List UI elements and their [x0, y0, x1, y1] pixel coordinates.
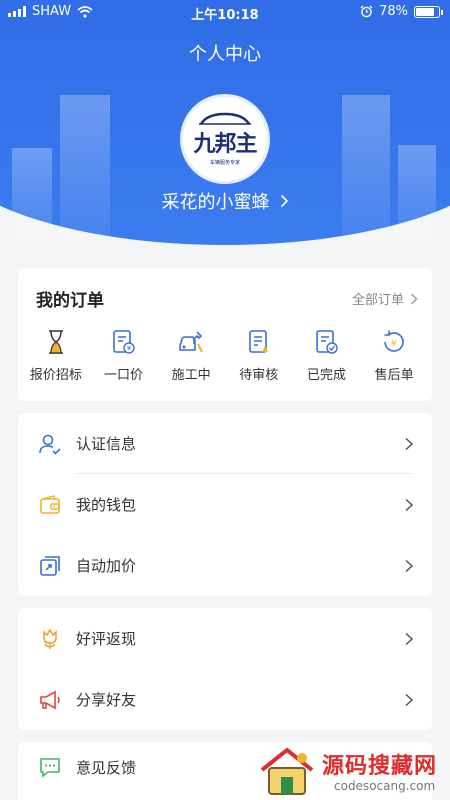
completed-document-icon — [316, 330, 339, 354]
all-orders-link[interactable]: 全部订单 — [352, 289, 418, 308]
house-logo-icon — [260, 747, 314, 795]
order-status-label: 施工中 — [171, 368, 211, 383]
hourglass-icon — [48, 330, 63, 354]
menu-item-share-friends[interactable]: 分享好友 — [18, 669, 432, 730]
alarm-icon — [360, 5, 373, 18]
order-status-fixed-price[interactable]: ¥ 一口价 — [90, 328, 156, 383]
watermark: 源码搜藏网 codesocang.com — [252, 742, 450, 800]
status-bar: SHAW 上午10:18 78% — [0, 0, 450, 24]
avatar[interactable]: 九邦主 车辆服务专家 — [180, 94, 270, 184]
order-status-completed[interactable]: 已完成 — [293, 328, 359, 383]
order-status-label: 一口价 — [103, 368, 143, 383]
orders-title: 我的订单 — [36, 291, 104, 311]
order-status-label: 已完成 — [306, 368, 346, 383]
price-document-icon: ¥ — [113, 330, 136, 354]
menu-item-verification[interactable]: 认证信息 — [18, 413, 432, 474]
menu-item-label: 好评返现 — [76, 630, 137, 648]
order-status-pending-review[interactable]: 待审核 — [226, 328, 292, 383]
order-status-label: 报价招标 — [29, 368, 82, 383]
username-link[interactable]: 采花的小蜜蜂 — [0, 188, 450, 214]
menu-item-label: 自动加价 — [76, 557, 137, 575]
menu-item-review-cashback[interactable]: 好评返现 — [18, 608, 432, 669]
car-logo-icon — [199, 112, 251, 125]
all-orders-label: 全部订单 — [351, 293, 404, 308]
battery-percent: 78% — [379, 4, 408, 19]
header-banner: SHAW 上午10:18 78% 个人中心 九邦主 车辆服务专家 采花的小蜜蜂 — [0, 0, 450, 245]
chevron-right-icon — [405, 498, 414, 511]
chevron-right-icon — [405, 437, 414, 450]
watermark-subtitle: codesocang.com — [334, 779, 436, 793]
auto-markup-icon — [40, 555, 60, 576]
menu-item-label: 我的钱包 — [76, 496, 137, 514]
logo-text: 九邦主 — [193, 131, 257, 157]
building-decoration — [342, 95, 390, 245]
chevron-right-icon — [411, 293, 418, 304]
promotion-menu-card: 好评返现 分享好友 — [18, 608, 432, 730]
menu-item-label: 认证信息 — [76, 435, 137, 453]
car-repair-icon — [179, 331, 204, 353]
my-orders-card: 我的订单 全部订单 报价招标 ¥ 一口价 施工中 待审核 已完成 ¥ 售后单 — [18, 268, 432, 401]
svg-text:¥: ¥ — [391, 339, 397, 349]
wallet-icon — [40, 494, 60, 514]
chevron-right-icon — [405, 559, 414, 572]
after-sales-icon: ¥ — [384, 330, 404, 352]
menu-item-label: 分享好友 — [76, 691, 137, 709]
order-status-after-sales[interactable]: ¥ 售后单 — [361, 328, 427, 383]
svg-text:¥: ¥ — [127, 345, 132, 353]
megaphone-icon — [40, 690, 60, 709]
username: 采花的小蜜蜂 — [161, 192, 270, 213]
menu-item-wallet[interactable]: 我的钱包 — [18, 474, 432, 535]
battery-icon — [414, 5, 443, 18]
logo-subtext: 车辆服务专家 — [209, 160, 240, 166]
page-title: 个人中心 — [189, 44, 261, 65]
order-status-label: 售后单 — [374, 368, 414, 383]
menu-item-auto-markup[interactable]: 自动加价 — [18, 535, 432, 596]
order-status-in-progress[interactable]: 施工中 — [158, 328, 224, 383]
account-menu-card: 认证信息 我的钱包 自动加价 — [18, 413, 432, 596]
review-document-icon — [248, 330, 268, 353]
watermark-title: 源码搜藏网 — [322, 754, 438, 779]
chevron-right-icon — [405, 693, 414, 706]
user-verified-icon — [39, 434, 61, 455]
chevron-right-icon — [405, 632, 414, 645]
order-status-label: 待审核 — [239, 368, 279, 383]
feedback-icon — [40, 758, 60, 778]
flower-icon — [43, 628, 57, 649]
chevron-right-icon — [280, 194, 288, 208]
order-status-quote-bidding[interactable]: 报价招标 — [23, 328, 89, 383]
building-decoration — [60, 95, 110, 245]
